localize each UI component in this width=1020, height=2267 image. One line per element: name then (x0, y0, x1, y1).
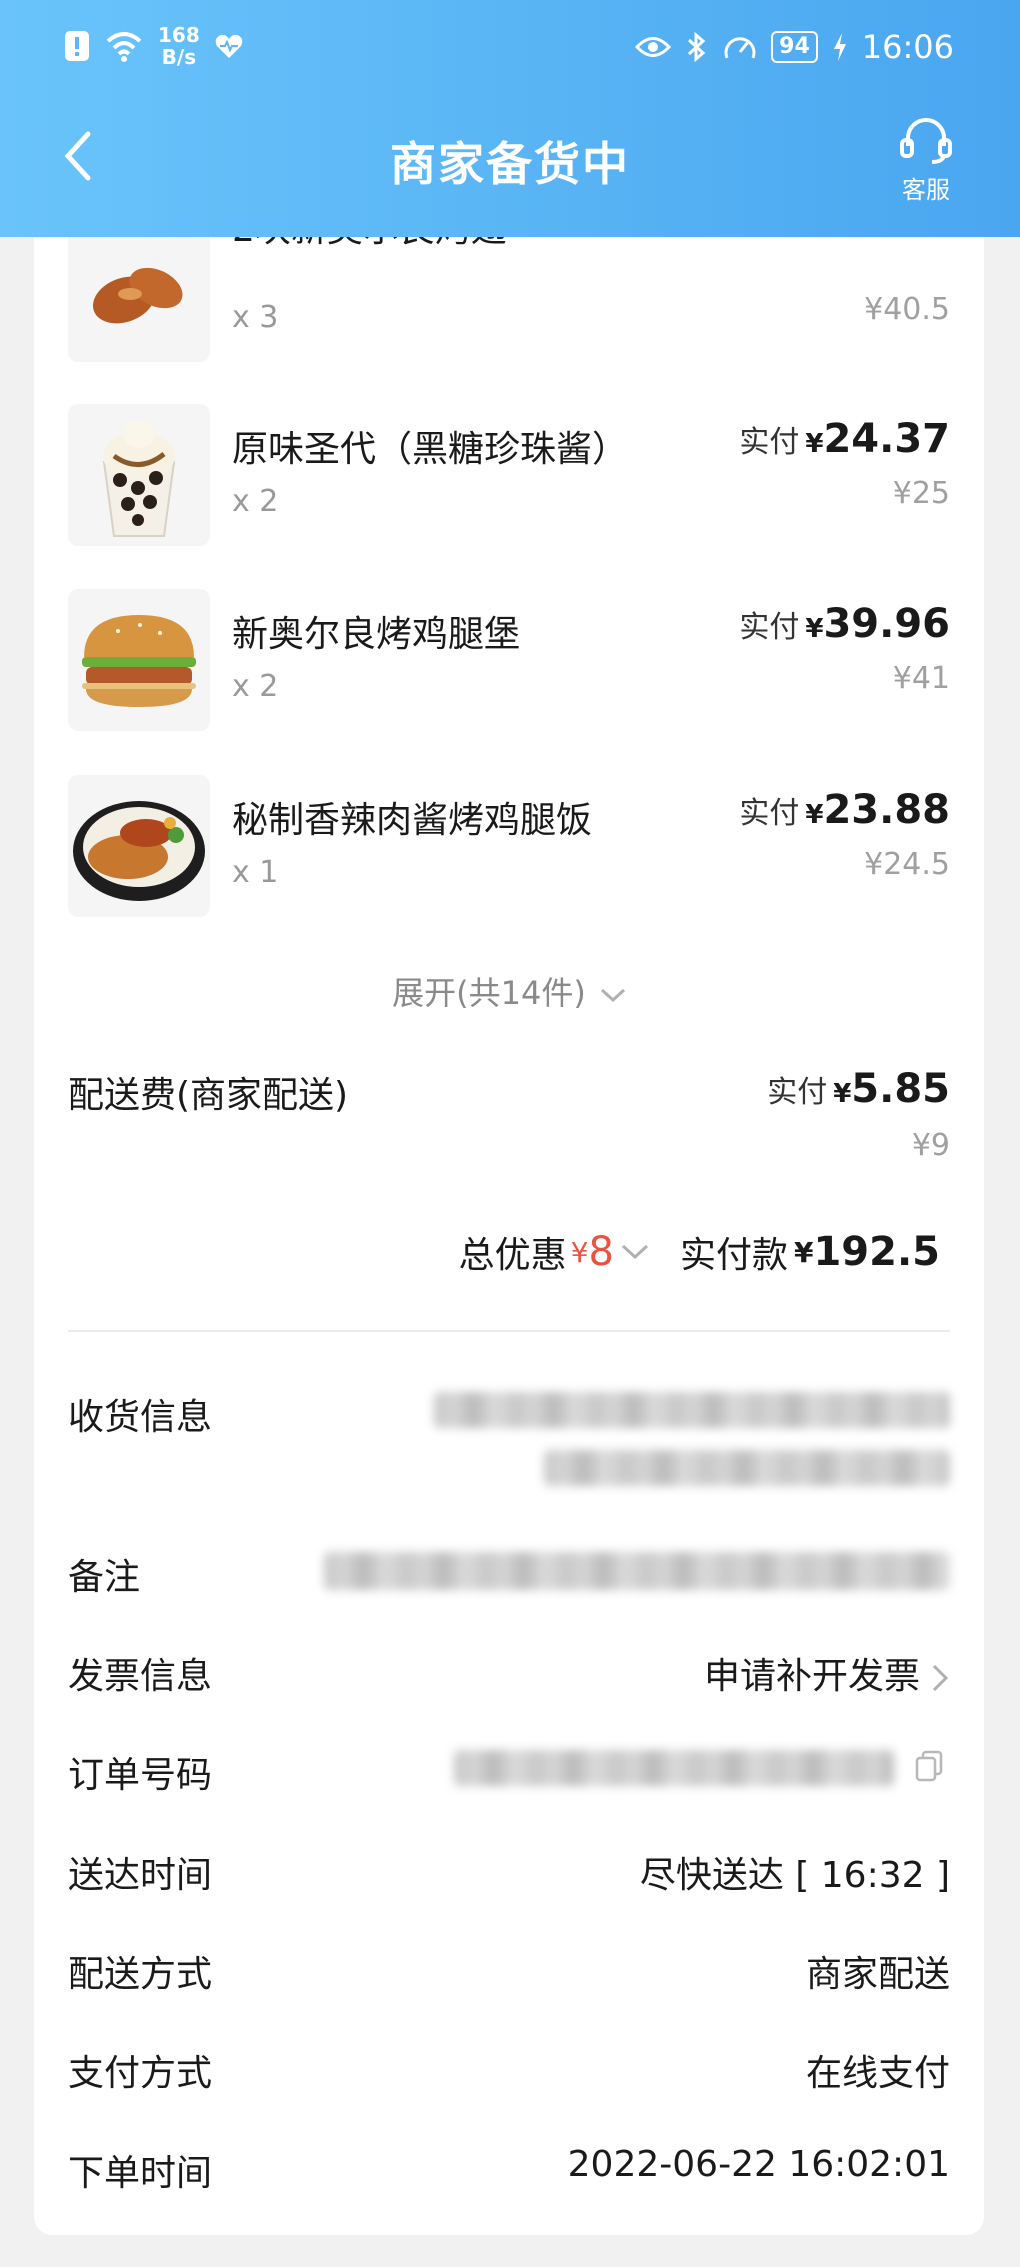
payment-method-label: 支付方式 (68, 2053, 213, 2094)
customer-service-button[interactable]: 客服 (898, 118, 954, 205)
delivery-fee-label: 配送费(商家配送) (68, 1075, 349, 1116)
item-original-price: ¥40.5 (864, 292, 950, 327)
expand-items-button[interactable]: 展开(共14件) (34, 968, 984, 1014)
rice-bowl-image (73, 801, 205, 901)
item-thumbnail (68, 775, 210, 917)
chicken-burger-image (82, 615, 196, 707)
item-quantity: x 2 (232, 484, 279, 519)
paid-label: 实付 (739, 796, 800, 831)
speedometer-icon (724, 37, 756, 59)
item-original-price: ¥41 (892, 661, 950, 696)
order-item[interactable]: 原味圣代（黑糖珍珠酱） x 2 实付 ¥24.37 ¥25 (68, 404, 950, 554)
paid-currency: ¥ (833, 1079, 852, 1109)
total-discount-label[interactable]: 总优惠 (459, 1226, 567, 1278)
paid-label: 实付 (739, 610, 800, 645)
network-speed-value: 168 (158, 23, 200, 47)
paid-amount: 39.96 (823, 601, 950, 647)
section-divider (68, 1330, 950, 1332)
paid-label: 实付 (739, 425, 800, 460)
item-name: 秘制香辣肉酱烤鸡腿饭 (232, 800, 593, 841)
item-paid: 实付 ¥23.88 (739, 787, 950, 833)
order-number-redacted (454, 1750, 894, 1786)
paid-currency: ¥ (805, 800, 824, 830)
status-left: 168 B/s (64, 24, 244, 68)
status-time: 16:06 (861, 28, 954, 66)
invoice-value: 申请补开发票 (703, 1656, 920, 1697)
chevron-right-icon (932, 1664, 949, 1692)
item-name: 新奥尔良烤鸡腿堡 (232, 614, 521, 655)
bluetooth-icon (688, 31, 706, 63)
order-time-value: 2022-06-22 16:02:01 (567, 2144, 950, 2185)
total-paid-amount: 192.5 (813, 1229, 940, 1275)
receiver-info-redacted-line2 (544, 1450, 950, 1486)
delivery-fee-original: ¥9 (911, 1128, 950, 1163)
heart-rate-icon (215, 34, 243, 58)
item-paid: 实付 ¥39.96 (739, 601, 950, 647)
status-right: 94 16:06 (635, 28, 954, 66)
item-quantity: x 1 (232, 855, 279, 890)
paid-currency: ¥ (805, 429, 824, 459)
copy-icon[interactable] (914, 1750, 944, 1782)
remark-redacted (324, 1552, 950, 1590)
payment-method-value: 在线支付 (805, 2053, 950, 2094)
item-quantity: x 2 (232, 669, 279, 704)
chicken-wing-image (93, 267, 183, 324)
order-item[interactable]: 2块新奥尔良烤翅 x 3 实付¥39.47 ¥40.5 (68, 200, 950, 370)
item-thumbnail (68, 404, 210, 546)
sundae-image (102, 420, 176, 537)
bottom-background (0, 2235, 1020, 2267)
item-thumbnail (68, 589, 210, 731)
notification-alert-icon (65, 31, 89, 61)
remark-label: 备注 (68, 1557, 141, 1598)
app-header: 168 B/s 94 16:06 商家备货中 客服 (0, 0, 1020, 237)
total-paid-currency: ¥ (793, 1235, 814, 1269)
customer-service-label: 客服 (902, 176, 950, 204)
wifi-icon (106, 32, 142, 62)
paid-label: 实付 (767, 1075, 828, 1110)
charging-icon (833, 33, 846, 61)
paid-currency: ¥ (805, 614, 824, 644)
arrival-time-value: 尽快送达 [ 16:32 ] (639, 1855, 950, 1896)
battery-indicator: 94 (771, 31, 818, 63)
eye-icon (635, 37, 672, 57)
item-original-price: ¥25 (892, 476, 950, 511)
order-number-label: 订单号码 (68, 1755, 213, 1796)
invoice-link[interactable]: 申请补开发票 (704, 1647, 950, 1699)
order-detail-card: 2块新奥尔良烤翅 x 3 实付¥39.47 ¥40.5 原味圣代（黑糖珍珠酱） … (34, 200, 984, 2235)
delivery-fee-paid: 实付 ¥5.85 (767, 1066, 950, 1112)
paid-amount: 23.88 (823, 787, 950, 833)
invoice-label: 发票信息 (68, 1656, 213, 1697)
headset-icon (900, 118, 952, 164)
order-time-label: 下单时间 (68, 2153, 213, 2194)
discount-chevron-down-icon[interactable] (620, 1243, 650, 1261)
expand-label: 展开(共14件) (392, 974, 586, 1012)
network-speed: 168 B/s (158, 24, 200, 68)
status-bar: 168 B/s 94 16:06 (0, 0, 1020, 100)
item-quantity: x 3 (232, 300, 279, 335)
discount-amount: 8 (588, 1229, 614, 1275)
receiver-info-redacted (434, 1392, 950, 1428)
network-speed-unit: B/s (161, 45, 197, 69)
total-paid-label: 实付款 (679, 1235, 788, 1276)
page-title: 商家备货中 (390, 137, 630, 191)
item-name: 原味圣代（黑糖珍珠酱） (232, 429, 629, 470)
delivery-method-label: 配送方式 (68, 1954, 213, 1995)
arrival-time-label: 送达时间 (68, 1855, 213, 1896)
order-item[interactable]: 新奥尔良烤鸡腿堡 x 2 实付 ¥39.96 ¥41 (68, 589, 950, 739)
paid-amount: 5.85 (851, 1066, 950, 1112)
item-thumbnail (68, 220, 210, 362)
item-paid: 实付 ¥24.37 (739, 416, 950, 462)
delivery-method-value: 商家配送 (805, 1954, 950, 1995)
receiver-info-label: 收货信息 (68, 1397, 213, 1438)
paid-amount: 24.37 (823, 416, 950, 462)
item-original-price: ¥24.5 (864, 847, 950, 882)
discount-currency: ¥ (570, 1235, 589, 1269)
chevron-down-icon (600, 988, 625, 1003)
order-total-row: 总优惠 ¥8 实付款 ¥192.5 (459, 1226, 940, 1278)
order-item[interactable]: 秘制香辣肉酱烤鸡腿饭 x 1 实付 ¥23.88 ¥24.5 (68, 775, 950, 925)
